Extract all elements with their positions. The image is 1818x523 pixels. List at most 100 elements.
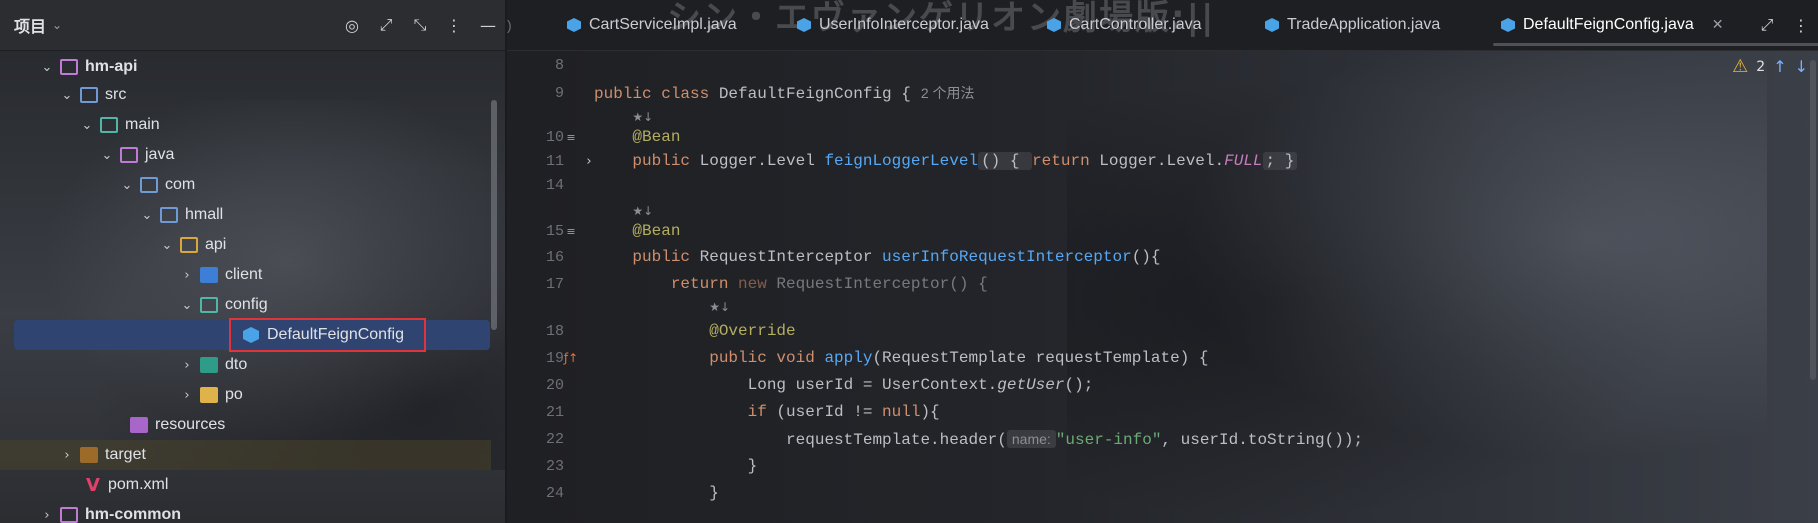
tab-toolbar: ⤢ ⋮ xyxy=(1750,0,1818,50)
tree-label: pom.xml xyxy=(107,476,169,493)
tree-item-src[interactable]: ⌄ src xyxy=(58,80,126,110)
java-class-icon xyxy=(1265,18,1279,32)
tab-defaultfeignconfig[interactable]: DefaultFeignConfig.java ✕ xyxy=(1493,0,1818,50)
line-number: 22 xyxy=(545,431,564,448)
tree-label: hmall xyxy=(185,206,224,223)
excluded-folder-icon xyxy=(80,447,98,463)
tab-label: CartController.java xyxy=(1069,16,1202,33)
tree-label: client xyxy=(225,266,263,283)
module-folder-icon xyxy=(60,507,78,523)
code-line: 16 public RequestInterceptor userInfoReq… xyxy=(507,244,1818,271)
tree-arrow[interactable]: ⌄ xyxy=(178,298,196,313)
package-folder-icon xyxy=(160,207,178,223)
tree-item-hmall[interactable]: ⌄ hmall xyxy=(138,200,223,230)
chevron-down-icon[interactable]: ⌄ xyxy=(52,18,62,32)
project-panel-title[interactable]: 项目 xyxy=(14,13,46,37)
ai-lens-icon[interactable]: ★↓ xyxy=(709,300,730,314)
tree-item-dto[interactable]: › dto xyxy=(178,350,247,380)
more-options-icon[interactable]: ⋮ xyxy=(1784,8,1818,42)
code-text: public void apply(RequestTemplate reques… xyxy=(709,349,1209,367)
tree-arrow[interactable]: ⌄ xyxy=(38,60,56,75)
ai-lens-icon[interactable]: ★↓ xyxy=(632,204,653,218)
code-line: 23 } xyxy=(507,453,1818,480)
tree-arrow[interactable]: ⌄ xyxy=(118,178,136,193)
tab-label: UserInfoInterceptor.java xyxy=(819,16,989,33)
source-folder-icon xyxy=(80,87,98,103)
tab-overflow-edge: ) xyxy=(507,17,512,33)
more-options-icon[interactable]: ⋮ xyxy=(437,8,471,42)
code-line: 15 ≡ @Bean xyxy=(507,218,1818,245)
line-number: 9 xyxy=(554,85,564,102)
code-text: @Bean xyxy=(632,128,681,146)
tree-arrow[interactable]: ⌄ xyxy=(138,208,156,223)
bean-gutter-icon[interactable]: ≡ xyxy=(561,124,581,151)
code-text: Long userId = UserContext.getUser(); xyxy=(747,376,1094,394)
tree-arrow[interactable]: › xyxy=(58,448,76,463)
config-folder-icon xyxy=(200,297,218,313)
close-icon[interactable]: ✕ xyxy=(1712,17,1724,33)
tab-tradeapplication[interactable]: TradeApplication.java xyxy=(1265,0,1440,50)
collapse-all-icon[interactable]: ⤡ xyxy=(403,8,437,42)
tree-arrow[interactable]: ⌄ xyxy=(58,88,76,103)
code-line: 9 public class DefaultFeignConfig {2 个用法 xyxy=(507,80,1818,107)
usage-hint[interactable]: 2 个用法 xyxy=(921,85,975,101)
hide-panel-icon[interactable]: — xyxy=(471,8,505,42)
line-number: 10 xyxy=(545,129,564,146)
tab-label: CartServiceImpl.java xyxy=(589,16,737,33)
tree-item-com[interactable]: ⌄ com xyxy=(118,170,195,200)
tree-arrow[interactable]: ⌄ xyxy=(158,238,176,253)
code-text: if (userId != null){ xyxy=(747,403,940,421)
line-number: 19 xyxy=(545,350,564,367)
tree-item-client[interactable]: › client xyxy=(178,260,262,290)
code-text: requestTemplate.header(name: "user-info",… xyxy=(786,430,1364,449)
code-text: @Override xyxy=(709,322,796,340)
tree-arrow[interactable]: › xyxy=(178,358,196,373)
implements-method-icon[interactable]: ƒ↑ xyxy=(561,345,581,372)
editor-tab-bar: シン・エヴァンゲリオン劇場版:|| ) CartServiceImpl.java… xyxy=(507,0,1818,51)
line-number: 24 xyxy=(545,485,564,502)
code-line: 19 ƒ↑ public void apply(RequestTemplate … xyxy=(507,345,1818,372)
tree-label: hm-common xyxy=(85,506,181,523)
editor-scrollbar[interactable] xyxy=(1810,60,1816,380)
project-panel: 项目 ⌄ ◎ ⤢ ⤡ ⋮ — ⌄ hm-api ⌄ src ⌄ main ⌄ j… xyxy=(0,0,505,523)
tree-item-pom-xml[interactable]: V pom.xml xyxy=(64,470,168,500)
locate-target-icon[interactable]: ◎ xyxy=(335,8,369,42)
code-line: 18 @Override xyxy=(507,318,1818,345)
bean-gutter-icon[interactable]: ≡ xyxy=(561,218,581,245)
tree-arrow[interactable]: ⌄ xyxy=(98,148,116,163)
project-panel-header: 项目 ⌄ ◎ ⤢ ⤡ ⋮ — xyxy=(0,0,505,51)
tree-item-target[interactable]: › target xyxy=(0,440,491,470)
tree-item-api[interactable]: ⌄ api xyxy=(158,230,226,260)
tree-item-hm-common[interactable]: › hm-common xyxy=(38,500,181,523)
tree-arrow[interactable]: › xyxy=(178,388,196,403)
tab-label: DefaultFeignConfig.java xyxy=(1523,16,1694,33)
expand-editor-icon[interactable]: ⤢ xyxy=(1750,8,1784,42)
tree-arrow[interactable]: ⌄ xyxy=(78,118,96,133)
ai-lens-icon[interactable]: ★↓ xyxy=(632,110,653,124)
tree-arrow[interactable]: › xyxy=(38,508,56,523)
tree-label: main xyxy=(125,116,160,133)
tab-userinfointerceptor[interactable]: UserInfoInterceptor.java xyxy=(797,0,989,50)
expand-all-icon[interactable]: ⤢ xyxy=(369,8,403,42)
tab-label: TradeApplication.java xyxy=(1287,16,1441,33)
tab-cartserviceimpl[interactable]: CartServiceImpl.java xyxy=(567,0,737,50)
code-line: 10 ≡ @Bean xyxy=(507,124,1818,151)
package-folder-icon xyxy=(140,177,158,193)
tree-item-po[interactable]: › po xyxy=(178,380,243,410)
tree-item-main[interactable]: ⌄ main xyxy=(78,110,160,140)
tree-item-config[interactable]: ⌄ config xyxy=(178,290,268,320)
java-folder-icon xyxy=(120,147,138,163)
tree-label: com xyxy=(165,176,196,193)
panel-scrollbar[interactable] xyxy=(491,100,497,330)
code-text: public Logger.Level feignLoggerLevel() {… xyxy=(594,148,1298,175)
java-class-icon xyxy=(567,18,581,32)
line-number: 20 xyxy=(545,377,564,394)
java-class-icon xyxy=(1047,18,1061,32)
tree-item-resources[interactable]: resources xyxy=(108,410,225,440)
tree-item-java[interactable]: ⌄ java xyxy=(98,140,174,170)
line-number: 18 xyxy=(545,323,564,340)
tab-cartcontroller[interactable]: CartController.java xyxy=(1047,0,1202,50)
tree-item-hm-api[interactable]: ⌄ hm-api xyxy=(38,52,137,82)
tree-arrow[interactable]: › xyxy=(178,268,196,283)
code-text: public RequestInterceptor userInfoReques… xyxy=(632,248,1161,266)
